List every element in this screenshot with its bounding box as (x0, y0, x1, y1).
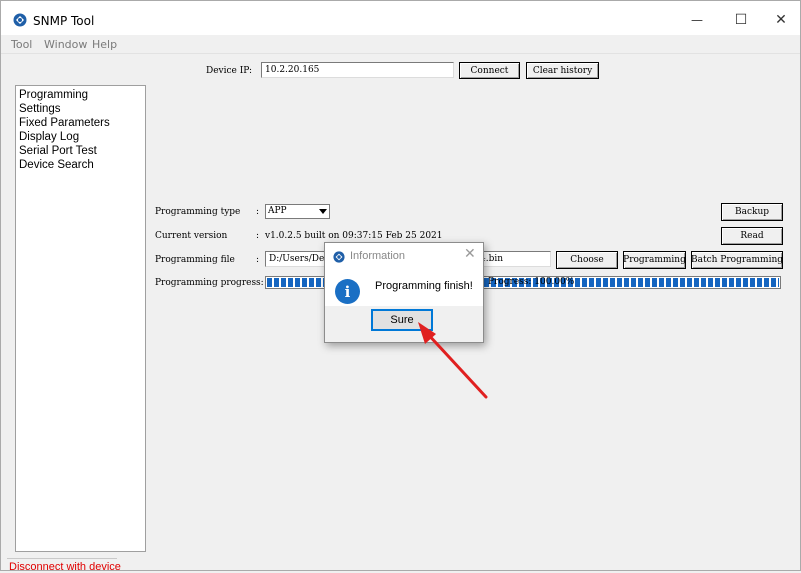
nav-list: Programming Settings Fixed Parameters Di… (15, 85, 146, 552)
nav-item-fixed-parameters[interactable]: Fixed Parameters (19, 116, 110, 130)
colon: : (256, 231, 260, 241)
device-ip-label: Device IP: (206, 66, 253, 76)
current-version-label: Current version (155, 231, 228, 241)
clear-history-button[interactable]: Clear history (526, 62, 599, 79)
info-icon: i (335, 279, 360, 304)
minimize-button[interactable]: — (677, 7, 717, 33)
progress-text: Progress: 100.00% (488, 277, 575, 287)
information-dialog: Information ✕ i Programming finish! Sure (324, 242, 484, 343)
nav-item-serial-port-test[interactable]: Serial Port Test (19, 144, 97, 158)
main-window: SNMP Tool — ☐ ✕ Tool Window Help Program… (0, 0, 801, 573)
chevron-down-icon (319, 209, 327, 214)
programming-button[interactable]: Programming (623, 251, 686, 269)
programming-type-select[interactable]: APP (265, 204, 330, 219)
dialog-footer: Sure (325, 306, 483, 342)
menu-tool[interactable]: Tool (11, 38, 32, 51)
programming-progress-label: Programming progress: (155, 278, 264, 288)
programming-type-value: APP (268, 206, 287, 216)
current-version-value: v1.0.2.5 built on 09:37:15 Feb 25 2021 (265, 231, 443, 241)
programming-file-path-start: D:/Users/De (269, 254, 325, 264)
colon: : (256, 255, 260, 265)
minimize-icon: — (691, 13, 703, 27)
choose-button[interactable]: Choose (556, 251, 618, 269)
programming-type-label: Programming type (155, 207, 241, 217)
dialog-title: Information (350, 250, 406, 262)
batch-programming-button[interactable]: Batch Programming (691, 251, 783, 269)
close-button[interactable]: ✕ (761, 7, 801, 33)
nav-item-device-search[interactable]: Device Search (19, 158, 94, 172)
menu-window[interactable]: Window (44, 38, 87, 51)
menu-help[interactable]: Help (92, 38, 117, 51)
nav-item-display-log[interactable]: Display Log (19, 130, 79, 144)
nav-item-settings[interactable]: Settings (19, 102, 61, 116)
maximize-button[interactable]: ☐ (721, 7, 761, 33)
programming-file-label: Programming file (155, 255, 235, 265)
dialog-close-icon[interactable]: ✕ (464, 246, 476, 262)
read-button[interactable]: Read (721, 227, 783, 245)
connect-button[interactable]: Connect (459, 62, 520, 79)
dialog-message: Programming finish! (375, 280, 473, 292)
backup-button[interactable]: Backup (721, 203, 783, 221)
close-icon: ✕ (775, 12, 787, 28)
maximize-icon: ☐ (734, 12, 748, 28)
status-divider (7, 558, 117, 559)
menu-bar: Tool Window Help (1, 35, 800, 54)
app-icon (13, 13, 27, 27)
nav-item-programming[interactable]: Programming (19, 88, 88, 102)
colon: : (256, 207, 260, 217)
app-icon (333, 251, 345, 263)
device-ip-input[interactable]: 10.2.20.165 (261, 62, 454, 78)
window-title: SNMP Tool (33, 14, 95, 28)
title-bar[interactable]: SNMP Tool — ☐ ✕ (1, 1, 800, 35)
sure-button[interactable]: Sure (371, 309, 433, 331)
connection-status: Disconnect with device (9, 561, 121, 573)
